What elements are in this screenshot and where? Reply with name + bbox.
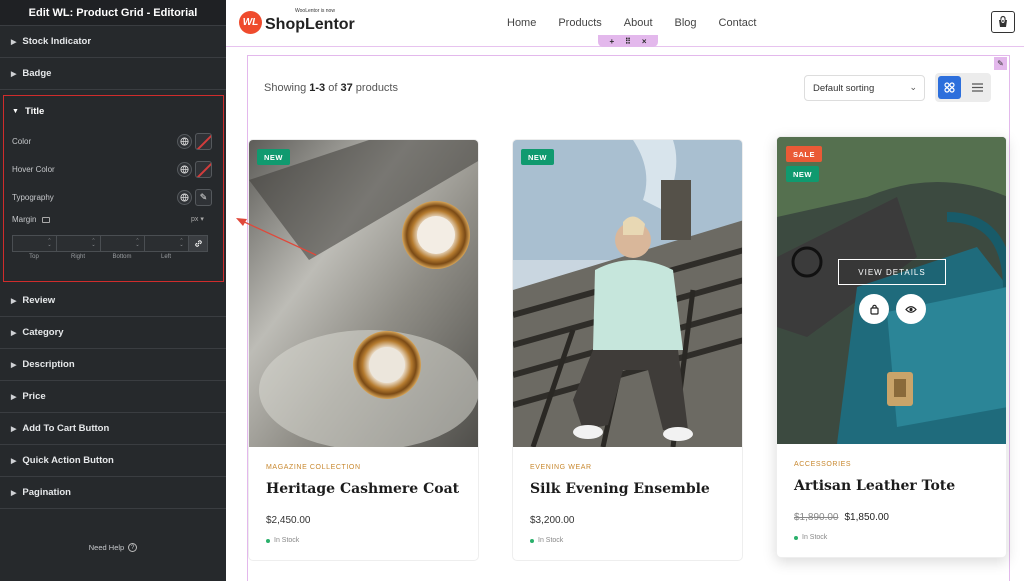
annotation-arrow xyxy=(236,218,317,256)
